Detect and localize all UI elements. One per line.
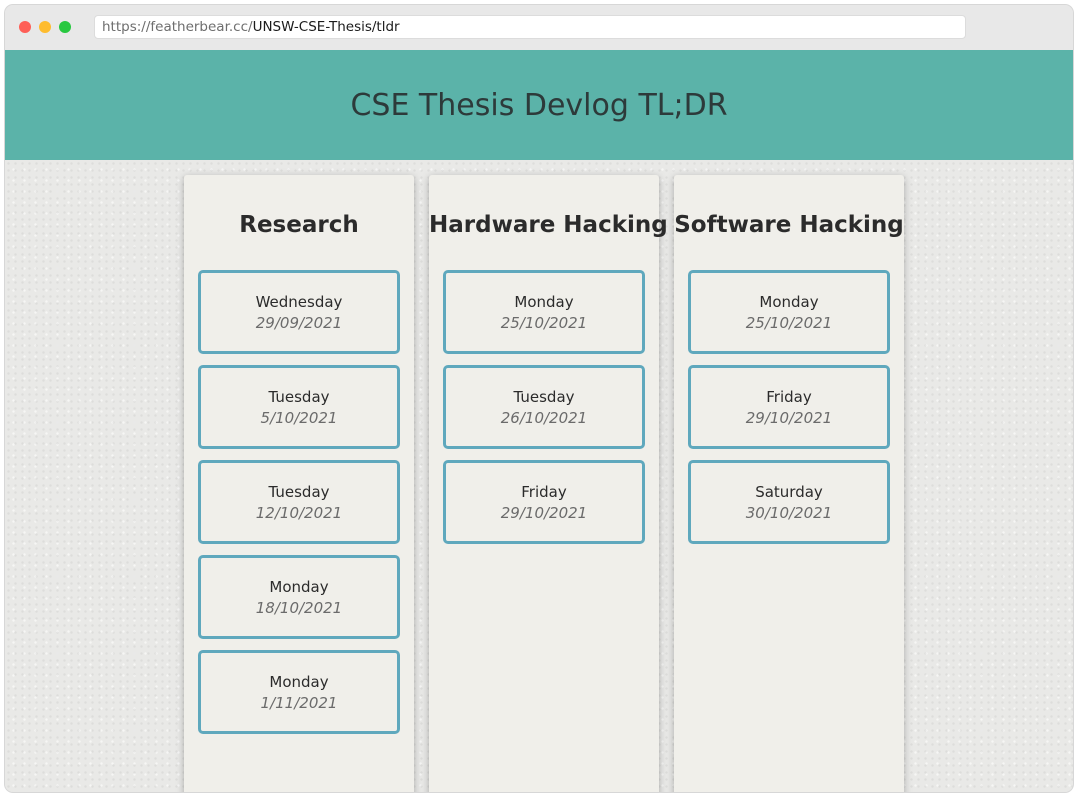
entry-card[interactable]: Tuesday 12/10/2021: [198, 460, 400, 544]
entry-card[interactable]: Friday 29/10/2021: [688, 365, 890, 449]
browser-window: https://featherbear.cc/UNSW-CSE-Thesis/t…: [5, 5, 1073, 792]
column-hardware-hacking: Hardware Hacking Monday 25/10/2021 Tuesd…: [429, 175, 668, 792]
entry-card[interactable]: Monday 18/10/2021: [198, 555, 400, 639]
column-software-hacking: Software Hacking Monday 25/10/2021 Frida…: [674, 175, 904, 792]
entry-day: Monday: [269, 673, 329, 691]
entry-day: Tuesday: [268, 388, 330, 406]
entry-day: Saturday: [755, 483, 823, 501]
entry-day: Tuesday: [268, 483, 330, 501]
entry-date: 12/10/2021: [255, 504, 343, 522]
entry-card[interactable]: Tuesday 5/10/2021: [198, 365, 400, 449]
entry-date: 26/10/2021: [500, 409, 588, 427]
column-research: Research Wednesday 29/09/2021 Tuesday 5/…: [184, 175, 414, 792]
entry-card[interactable]: Wednesday 29/09/2021: [198, 270, 400, 354]
entry-day: Tuesday: [513, 388, 575, 406]
entry-date: 30/10/2021: [745, 504, 833, 522]
url-path: UNSW-CSE-Thesis/tldr: [252, 19, 400, 35]
entry-date: 1/11/2021: [260, 694, 338, 712]
entry-day: Friday: [766, 388, 812, 406]
column-title: Research: [239, 212, 359, 238]
entry-day: Friday: [521, 483, 567, 501]
minimize-window-button[interactable]: [39, 21, 51, 33]
entry-date: 29/10/2021: [745, 409, 833, 427]
entry-date: 29/10/2021: [500, 504, 588, 522]
entry-date: 5/10/2021: [260, 409, 338, 427]
page-header: CSE Thesis Devlog TL;DR: [5, 50, 1073, 160]
entry-card[interactable]: Monday 1/11/2021: [198, 650, 400, 734]
entry-card[interactable]: Monday 25/10/2021: [443, 270, 645, 354]
entry-day: Monday: [269, 578, 329, 596]
board: Research Wednesday 29/09/2021 Tuesday 5/…: [5, 160, 1073, 792]
entry-date: 18/10/2021: [255, 599, 343, 617]
entry-date: 29/09/2021: [255, 314, 343, 332]
entry-card[interactable]: Friday 29/10/2021: [443, 460, 645, 544]
browser-toolbar: https://featherbear.cc/UNSW-CSE-Thesis/t…: [5, 5, 1073, 50]
entry-card[interactable]: Monday 25/10/2021: [688, 270, 890, 354]
entry-card[interactable]: Tuesday 26/10/2021: [443, 365, 645, 449]
page-title: CSE Thesis Devlog TL;DR: [350, 87, 728, 123]
column-title: Software Hacking: [674, 212, 904, 238]
entry-date: 25/10/2021: [500, 314, 588, 332]
url-host: https://featherbear.cc/: [102, 19, 253, 35]
column-title: Hardware Hacking: [429, 212, 668, 238]
entry-day: Monday: [759, 293, 819, 311]
address-bar[interactable]: https://featherbear.cc/UNSW-CSE-Thesis/t…: [94, 15, 966, 39]
entry-date: 25/10/2021: [745, 314, 833, 332]
entry-day: Monday: [514, 293, 574, 311]
entry-card[interactable]: Saturday 30/10/2021: [688, 460, 890, 544]
entry-day: Wednesday: [255, 293, 343, 311]
close-window-button[interactable]: [19, 21, 31, 33]
maximize-window-button[interactable]: [59, 21, 71, 33]
